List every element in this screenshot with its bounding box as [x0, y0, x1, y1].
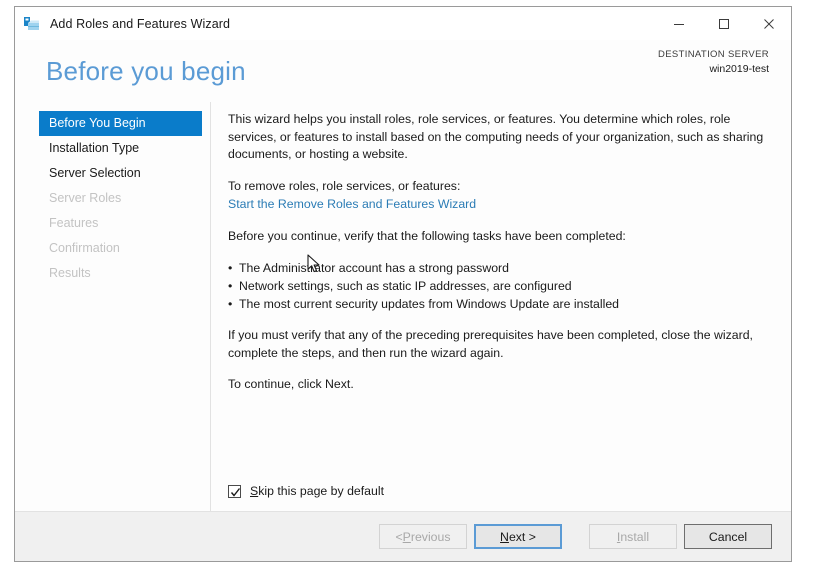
verify-heading: Before you continue, verify that the fol… — [228, 228, 626, 243]
list-item: The Administrator account has a strong p… — [228, 259, 767, 277]
skip-this-page-checkbox[interactable] — [228, 484, 241, 498]
wizard-body: Before You Begin Installation Type Serve… — [15, 102, 791, 511]
nav-item-installation-type[interactable]: Installation Type — [39, 136, 202, 161]
next-button[interactable]: Next > — [474, 524, 562, 549]
previous-button: < Previous — [379, 524, 467, 549]
skip-accel-letter: S — [250, 484, 259, 498]
install-rest: nstall — [620, 529, 650, 544]
add-roles-and-features-wizard-window: Add Roles and Features Wizard Before you… — [14, 6, 792, 562]
close-icon[interactable] — [746, 7, 791, 40]
next-rest: ext > — [508, 529, 536, 544]
wizard-footer: < Previous Next > Install Cancel — [15, 511, 791, 561]
prerequisites-list: The Administrator account has a strong p… — [228, 259, 767, 313]
previous-prefix: < — [395, 529, 403, 544]
skip-this-page-row[interactable]: Skip this page by default — [228, 484, 384, 498]
previous-accel: P — [402, 529, 411, 544]
intro-paragraph: This wizard helps you install roles, rol… — [228, 112, 764, 161]
wizard-content-pane: This wizard helps you install roles, rol… — [211, 102, 791, 511]
install-button: Install — [589, 524, 677, 549]
nav-item-results: Results — [49, 266, 91, 280]
verify-paragraph: If you must verify that any of the prece… — [228, 328, 753, 360]
navigation-button-group: < Previous Next > — [372, 524, 562, 549]
list-item: Network settings, such as static IP addr… — [228, 277, 767, 295]
window-title: Add Roles and Features Wizard — [50, 16, 231, 31]
cancel-rest: Cancel — [708, 529, 748, 544]
minimize-icon[interactable] — [656, 7, 701, 40]
remove-heading: To remove roles, role services, or featu… — [228, 178, 461, 193]
nav-item-before-you-begin[interactable]: Before You Begin — [39, 111, 202, 136]
page-header: Before you begin DESTINATION SERVER win2… — [15, 40, 791, 102]
page-title: Before you begin — [46, 56, 246, 86]
roles-features-wizard-icon — [23, 15, 41, 33]
title-bar[interactable]: Add Roles and Features Wizard — [15, 7, 791, 40]
cancel-button[interactable]: Cancel — [684, 524, 772, 549]
nav-item-confirmation: Confirmation — [49, 241, 120, 255]
nav-item-features: Features — [49, 216, 99, 230]
maximize-icon[interactable] — [701, 7, 746, 40]
wizard-navigation-list: Before You Begin Installation Type Serve… — [15, 102, 211, 511]
next-accel: N — [500, 529, 509, 544]
destination-server-label: DESTINATION SERVER — [658, 49, 769, 60]
nav-item-server-selection[interactable]: Server Selection — [39, 161, 202, 186]
list-item: The most current security updates from W… — [228, 295, 767, 313]
skip-label-rest: kip this page by default — [258, 484, 384, 498]
window-controls — [656, 7, 791, 40]
previous-rest: revious — [410, 529, 451, 544]
action-button-group: Install Cancel — [582, 524, 772, 549]
continue-paragraph: To continue, click Next. — [228, 377, 354, 391]
start-remove-roles-and-features-wizard-link[interactable]: Start the Remove Roles and Features Wiza… — [228, 196, 476, 214]
nav-item-server-roles: Server Roles — [49, 191, 122, 205]
checkmark-icon — [230, 487, 241, 497]
destination-server-value: win2019-test — [709, 62, 769, 75]
skip-this-page-label: Skip this page by default — [250, 484, 384, 498]
destination-server: DESTINATION SERVER win2019-test — [658, 49, 769, 76]
